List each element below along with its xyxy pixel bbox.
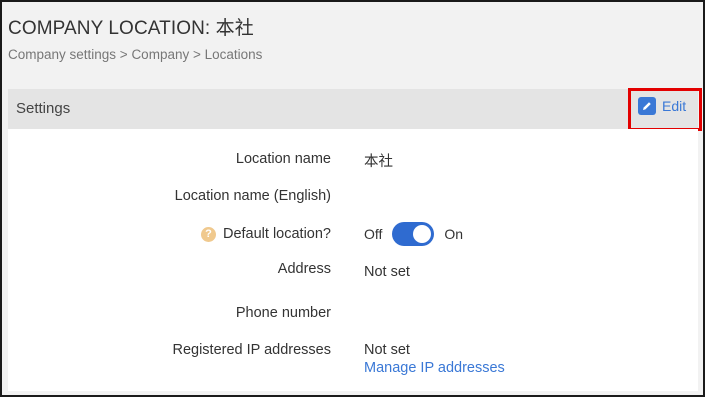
default-location-text: Default location? — [222, 226, 331, 242]
default-location-label: ? Default location? — [200, 226, 331, 242]
settings-card-body: Location name 本社 Location name (English)… — [8, 129, 698, 391]
edit-label: Edit — [662, 98, 687, 114]
question-circle-icon[interactable]: ? — [200, 227, 216, 242]
address-value: Not set — [364, 264, 410, 280]
toggle-knob — [413, 225, 432, 243]
page-title: COMPANY LOCATION: 本社 — [8, 18, 254, 39]
default-location-toggle[interactable] — [392, 222, 435, 246]
toggle-on-label: On — [444, 226, 464, 242]
pencil-icon — [638, 97, 656, 115]
edit-button[interactable]: Edit — [638, 97, 686, 115]
breadcrumb[interactable]: Company settings > Company > Locations — [8, 47, 262, 62]
toggle-off-label: Off — [364, 226, 383, 242]
manage-ip-addresses-link[interactable]: Manage IP addresses — [364, 360, 505, 376]
registered-ip-value: Not set — [364, 342, 410, 358]
registered-ip-label: Registered IP addresses — [172, 342, 331, 358]
location-name-value: 本社 — [364, 154, 393, 170]
page-frame: COMPANY LOCATION: 本社 Company settings > … — [0, 0, 705, 397]
section-title: Settings — [16, 100, 71, 117]
location-name-en-label: Location name (English) — [174, 188, 331, 204]
location-name-label: Location name — [235, 151, 331, 167]
settings-card-header: Settings Edit — [8, 88, 702, 131]
address-label: Address — [277, 261, 331, 277]
default-location-toggle-row: Off On — [364, 222, 463, 246]
phone-number-label: Phone number — [235, 305, 331, 321]
